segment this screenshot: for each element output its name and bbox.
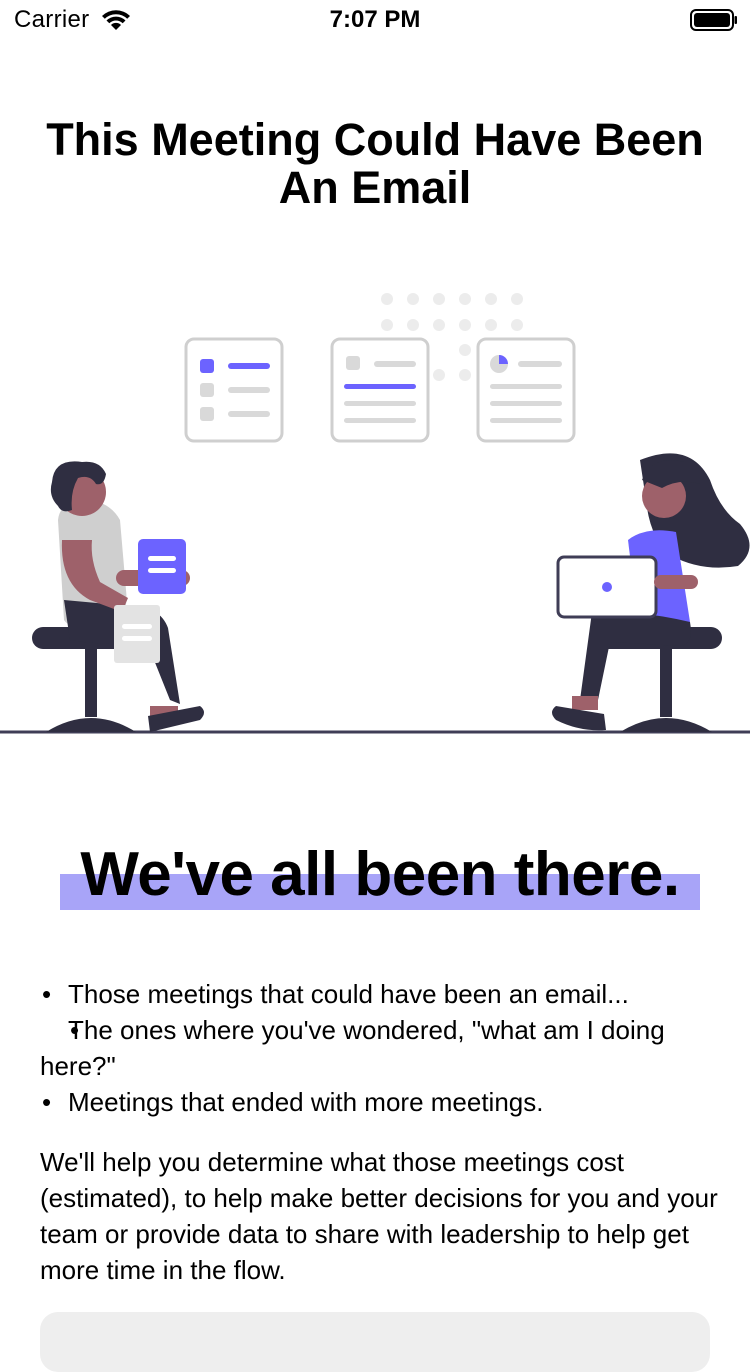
card-text	[330, 337, 430, 443]
bottom-card[interactable]	[40, 1312, 710, 1372]
meeting-illustration	[0, 293, 750, 734]
list-item: The ones where you've wondered, "what am…	[40, 1012, 730, 1084]
battery-icon	[690, 9, 737, 31]
right-person	[552, 453, 750, 732]
card-list	[184, 337, 284, 443]
clock-time: 7:07 PM	[329, 6, 421, 33]
headline-block: We've all been there.	[60, 840, 700, 912]
left-person	[32, 461, 204, 732]
description-paragraph: We'll help you determine what those meet…	[40, 1147, 718, 1285]
bullet-list: Those meetings that could have been an e…	[40, 976, 730, 1120]
page-title: This Meeting Could Have Been An Email	[46, 114, 704, 213]
list-item: Meetings that ended with more meetings.	[40, 1084, 730, 1120]
status-bar: Carrier 7:07 PM	[0, 0, 750, 40]
section-headline: We've all been there.	[80, 840, 680, 909]
card-chart	[476, 337, 576, 443]
list-item: Those meetings that could have been an e…	[40, 976, 730, 1012]
